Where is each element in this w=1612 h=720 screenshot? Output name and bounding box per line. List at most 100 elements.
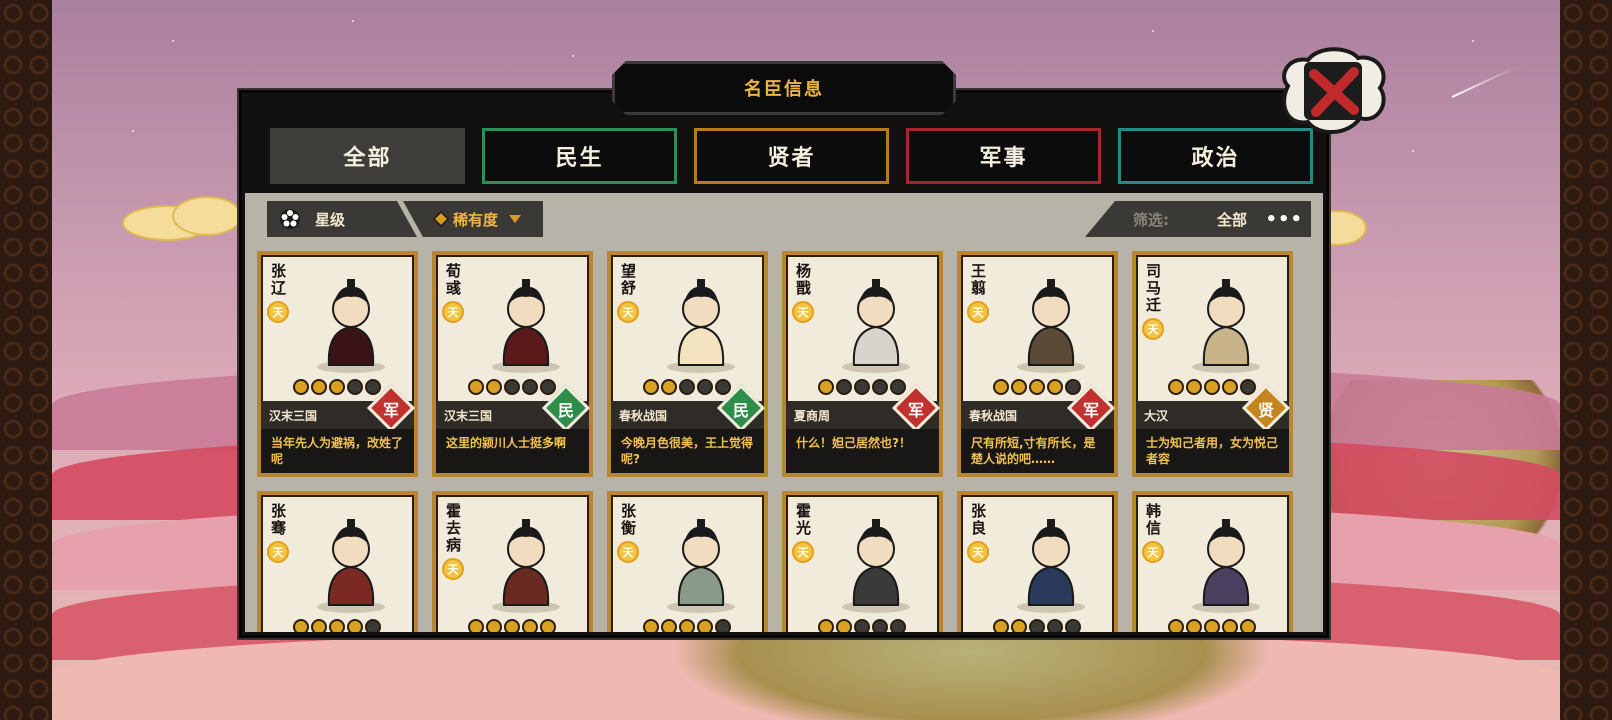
tab-all[interactable]: 全部 — [270, 128, 465, 184]
rarity-badge: 天 — [1142, 541, 1164, 563]
type-label: 军 — [907, 401, 924, 420]
star-icon — [1047, 619, 1063, 632]
minister-name: 杨戬 — [796, 262, 812, 297]
minister-name: 韩信 — [1146, 502, 1162, 537]
tab-politics-label: 政治 — [1191, 146, 1240, 171]
star-icon — [522, 379, 538, 395]
sort-by-stars-button[interactable]: 星级 — [267, 201, 417, 237]
star-icon — [504, 619, 520, 632]
star-rating — [818, 619, 906, 632]
minister-card[interactable]: 霍光 天 — [782, 491, 943, 632]
star-icon — [486, 379, 502, 395]
minister-card[interactable]: 张衡 天 — [607, 491, 768, 632]
star-icon — [522, 619, 538, 632]
minister-portrait — [466, 267, 586, 377]
rarity-badge: 天 — [792, 301, 814, 323]
star-rating — [293, 379, 381, 395]
dialog-title-plate: 名臣信息 — [612, 61, 956, 115]
star-icon — [993, 619, 1009, 632]
star-icon — [1240, 619, 1256, 632]
close-button[interactable] — [1278, 46, 1386, 138]
rarity-badge: 天 — [267, 541, 289, 563]
minister-portrait — [291, 267, 411, 377]
minister-card[interactable]: 霍去病 天 — [432, 491, 593, 632]
minister-card[interactable]: 荀彧 天 汉末三国 民 这里的颍川人士挺多啊 — [432, 251, 593, 477]
star-icon — [311, 619, 327, 632]
star-rating — [993, 619, 1081, 632]
minister-portrait — [816, 507, 936, 617]
minister-card[interactable]: 韩信 天 — [1132, 491, 1293, 632]
minister-portrait — [1166, 267, 1286, 377]
type-label: 军 — [382, 401, 399, 420]
star-icon — [1222, 379, 1238, 395]
star-icon — [872, 379, 888, 395]
minister-portrait — [991, 507, 1111, 617]
star-rating — [993, 379, 1081, 395]
minister-card[interactable]: 望舒 天 春秋战国 民 今晚月色很美，王上觉得呢? — [607, 251, 768, 477]
star-icon — [1222, 619, 1238, 632]
star-icon — [836, 619, 852, 632]
minister-card[interactable]: 司马迁 天 大汉 贤 士为知己者用，女为悦己者容 — [1132, 251, 1293, 477]
sort-by-rarity-label: 稀有度 — [453, 210, 499, 229]
dialog-title: 名臣信息 — [744, 79, 824, 100]
minister-name: 王翦 — [971, 262, 987, 297]
tab-livelihood[interactable]: 民生 — [482, 128, 677, 184]
star-icon — [468, 619, 484, 632]
star-icon — [293, 379, 309, 395]
rarity-badge: 天 — [267, 301, 289, 323]
era-label: 汉末三国 — [269, 408, 318, 423]
minister-name: 望舒 — [621, 262, 637, 297]
tab-military-label: 军事 — [979, 146, 1028, 171]
minister-portrait — [816, 267, 936, 377]
more-options-button[interactable]: ••• — [1265, 209, 1303, 230]
star-icon — [818, 619, 834, 632]
tab-sages[interactable]: 贤者 — [694, 128, 889, 184]
diamond-icon — [433, 211, 449, 227]
star-icon — [1065, 379, 1081, 395]
sort-by-rarity-button[interactable]: 稀有度 — [403, 201, 543, 237]
minister-card[interactable]: 王翦 天 春秋战国 军 尺有所短,寸有所长，是楚人说的吧…… — [957, 251, 1118, 477]
minister-name: 司马迁 — [1146, 262, 1162, 314]
star-icon — [1186, 619, 1202, 632]
rarity-badge: 天 — [442, 558, 464, 580]
rarity-badge: 天 — [617, 541, 639, 563]
era-label: 春秋战国 — [619, 408, 668, 423]
tab-livelihood-label: 民生 — [555, 146, 604, 171]
star-icon — [854, 619, 870, 632]
star-icon — [504, 379, 520, 395]
star-rating — [643, 619, 731, 632]
minister-quote: 尺有所短,寸有所长，是楚人说的吧…… — [961, 429, 1114, 473]
star-icon — [486, 619, 502, 632]
minister-portrait — [641, 507, 761, 617]
era-label: 夏商周 — [794, 408, 831, 423]
star-icon — [1065, 619, 1081, 632]
filter-dropdown[interactable]: 筛选: 全部 ••• — [1085, 201, 1311, 237]
star-icon — [854, 379, 870, 395]
type-label: 民 — [732, 401, 749, 420]
rarity-badge: 天 — [967, 541, 989, 563]
minister-portrait — [466, 507, 586, 617]
minister-card[interactable]: 杨戬 天 夏商周 军 什么！妲己居然也?！ — [782, 251, 943, 477]
filter-value: 全部 — [1217, 210, 1248, 229]
rarity-badge: 天 — [1142, 318, 1164, 340]
minister-card[interactable]: 张良 天 — [957, 491, 1118, 632]
sort-filter-toolbar: 星级 稀有度 筛选: 全部 ••• — [267, 201, 1311, 237]
minister-portrait — [641, 267, 761, 377]
tab-sages-label: 贤者 — [767, 146, 816, 171]
star-icon — [1168, 619, 1184, 632]
minister-card[interactable]: 张骞 天 — [257, 491, 418, 632]
star-icon — [540, 379, 556, 395]
rarity-badge: 天 — [617, 301, 639, 323]
minister-name: 张良 — [971, 502, 987, 537]
star-rating — [468, 619, 556, 632]
star-icon — [1029, 619, 1045, 632]
sort-by-stars-label: 星级 — [315, 210, 346, 229]
star-icon — [890, 619, 906, 632]
minister-portrait — [991, 267, 1111, 377]
star-icon — [679, 619, 695, 632]
star-icon — [1011, 619, 1027, 632]
minister-card[interactable]: 张辽 天 汉末三国 军 当年先人为避祸，改姓了呢 — [257, 251, 418, 477]
star-icon — [643, 379, 659, 395]
tab-military[interactable]: 军事 — [906, 128, 1101, 184]
era-label: 汉末三国 — [444, 408, 493, 423]
